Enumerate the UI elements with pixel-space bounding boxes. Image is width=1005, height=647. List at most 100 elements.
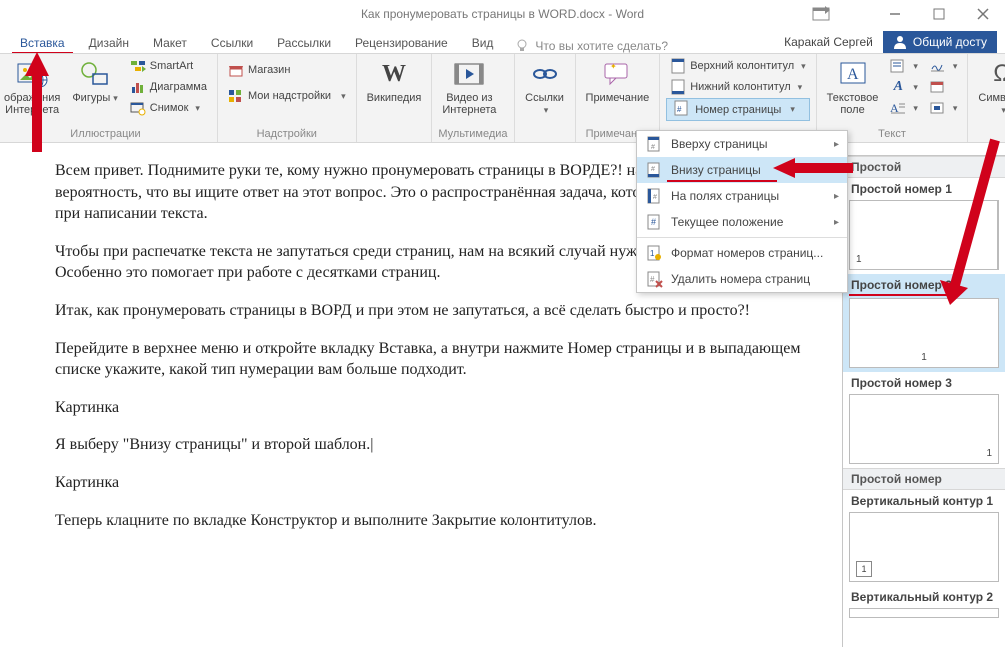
header-button[interactable]: Верхний колонтитул▾ — [666, 56, 809, 76]
links-button[interactable]: Ссылки▾ — [521, 56, 569, 118]
annotation-arrow-left — [773, 158, 853, 184]
shapes-icon — [79, 58, 111, 90]
quick-parts-icon — [890, 58, 906, 74]
page-number-dropdown: # Вверху страницы▸ # Внизу страницы▸ # Н… — [636, 130, 848, 293]
tab-review[interactable]: Рецензирование — [343, 32, 460, 53]
comment-button[interactable]: ✦ Примечание — [582, 56, 654, 106]
close-icon[interactable] — [961, 0, 1005, 28]
screenshot-button[interactable]: Снимок▾ — [126, 98, 211, 118]
paragraph: Теперь клацните по вкладке Конструктор и… — [55, 510, 835, 532]
tab-view[interactable]: Вид — [460, 32, 506, 53]
format-numbers-icon: 1 — [645, 244, 663, 262]
drop-cap-button[interactable]: A▾ — [886, 98, 922, 118]
group-addins: Надстройки — [224, 127, 350, 142]
gallery-header-simple-number: Простой номер — [843, 468, 1005, 490]
text-box-button[interactable]: A Текстовое поле — [823, 56, 883, 118]
store-button[interactable]: Магазин — [224, 60, 350, 80]
minimize-icon[interactable] — [873, 0, 917, 28]
chart-icon — [130, 79, 146, 95]
shapes-button[interactable]: Фигуры▾ — [68, 56, 121, 106]
text-box-icon: A — [837, 58, 869, 90]
svg-text:#: # — [651, 166, 655, 173]
date-time-button[interactable] — [926, 77, 962, 97]
wordart-icon: A — [890, 79, 906, 95]
gallery-item-vertical-1[interactable]: Вертикальный контур 1 1 — [843, 490, 1005, 586]
symbols-button[interactable]: Ω Символы▾ — [974, 56, 1005, 118]
user-name[interactable]: Каракай Сергей — [784, 35, 873, 49]
tab-layout[interactable]: Макет — [141, 32, 199, 53]
page-top-icon: # — [645, 135, 663, 153]
window-title: Как пронумеровать страницы в WORD.docx -… — [361, 7, 644, 21]
comment-icon: ✦ — [601, 58, 633, 90]
header-icon — [670, 58, 686, 74]
store-icon — [228, 62, 244, 78]
paragraph: Картинка — [55, 397, 835, 419]
object-button[interactable]: ▾ — [926, 98, 962, 118]
ribbon: ображения Интернета Фигуры▾ SmartArt Диа… — [0, 53, 1005, 143]
page-margins-icon: # — [645, 187, 663, 205]
smartart-icon — [130, 58, 146, 74]
ribbon-tabs: Вставка Дизайн Макет Ссылки Рассылки Рец… — [0, 29, 1005, 53]
tab-design[interactable]: Дизайн — [77, 32, 141, 53]
group-multimedia: Мультимедиа — [438, 127, 507, 142]
wordart-button[interactable]: A▾ — [886, 77, 922, 97]
video-icon — [453, 58, 485, 90]
smartart-button[interactable]: SmartArt — [126, 56, 211, 76]
dd-page-margins[interactable]: # На полях страницы▸ — [637, 183, 847, 209]
quick-parts-button[interactable]: ▾ — [886, 56, 922, 76]
dd-remove-page-numbers[interactable]: # Удалить номера страниц — [637, 266, 847, 292]
online-video-button[interactable]: Видео из Интернета — [438, 56, 500, 118]
dd-current-position[interactable]: # Текущее положение▸ — [637, 209, 847, 235]
page-number-button[interactable]: # Номер страницы▾ — [666, 98, 809, 121]
ribbon-display-options-icon[interactable] — [799, 0, 843, 28]
paragraph: Картинка — [55, 472, 835, 494]
paragraph: Итак, как пронумеровать страницы в ВОРД … — [55, 300, 835, 322]
gallery-preview: 1 — [849, 394, 999, 464]
share-button[interactable]: Общий досту — [883, 31, 997, 53]
lightbulb-icon — [515, 39, 529, 53]
footer-button[interactable]: Нижний колонтитул▾ — [666, 77, 809, 97]
remove-numbers-icon: # — [645, 270, 663, 288]
svg-text:#: # — [650, 275, 655, 284]
link-icon — [529, 58, 561, 90]
date-time-icon — [930, 79, 946, 95]
dd-format-page-numbers[interactable]: 1 Формат номеров страниц... — [637, 240, 847, 266]
svg-text:1: 1 — [650, 249, 655, 258]
tab-insert[interactable]: Вставка — [8, 32, 77, 53]
gallery-preview: 1 — [849, 512, 999, 582]
person-icon — [893, 35, 907, 49]
symbols-icon: Ω — [986, 58, 1005, 90]
gallery-item-plain-3[interactable]: Простой номер 3 1 — [843, 372, 1005, 468]
addins-button[interactable]: Мои надстройки▾ — [224, 86, 350, 106]
gallery-item-vertical-2[interactable]: Вертикальный контур 2 — [843, 586, 1005, 622]
paragraph: Перейдите в верхнее меню и откройте вкла… — [55, 338, 835, 381]
svg-text:A: A — [847, 66, 859, 83]
dd-top-of-page[interactable]: # Вверху страницы▸ — [637, 131, 847, 157]
svg-text:#: # — [651, 217, 656, 227]
tab-references[interactable]: Ссылки — [199, 32, 265, 53]
wikipedia-button[interactable]: W Википедия — [363, 56, 426, 106]
tell-me-search[interactable]: Что вы хотите сделать? — [515, 39, 668, 53]
maximize-icon[interactable] — [917, 0, 961, 28]
annotation-arrow-diag — [940, 140, 1005, 310]
gallery-preview — [849, 608, 999, 618]
svg-text:#: # — [677, 105, 682, 114]
page-number-icon: # — [673, 100, 689, 119]
annotation-arrow-up — [25, 52, 65, 152]
drop-cap-icon: A — [890, 100, 906, 116]
svg-text:#: # — [653, 194, 657, 201]
screenshot-icon — [130, 100, 146, 116]
tab-mailings[interactable]: Рассылки — [265, 32, 343, 53]
current-position-icon: # — [645, 213, 663, 231]
wikipedia-icon: W — [378, 58, 410, 90]
signature-icon — [930, 58, 946, 74]
signature-line-button[interactable]: ▾ — [926, 56, 962, 76]
footer-icon — [670, 79, 686, 95]
page-bottom-icon: # — [645, 161, 663, 179]
paragraph: Я выберу "Внизу страницы" и второй шабло… — [55, 434, 835, 456]
object-icon — [930, 100, 946, 116]
addins-icon — [228, 88, 244, 104]
svg-text:#: # — [651, 144, 655, 151]
chart-button[interactable]: Диаграмма — [126, 77, 211, 97]
titlebar: Как пронумеровать страницы в WORD.docx -… — [0, 0, 1005, 29]
